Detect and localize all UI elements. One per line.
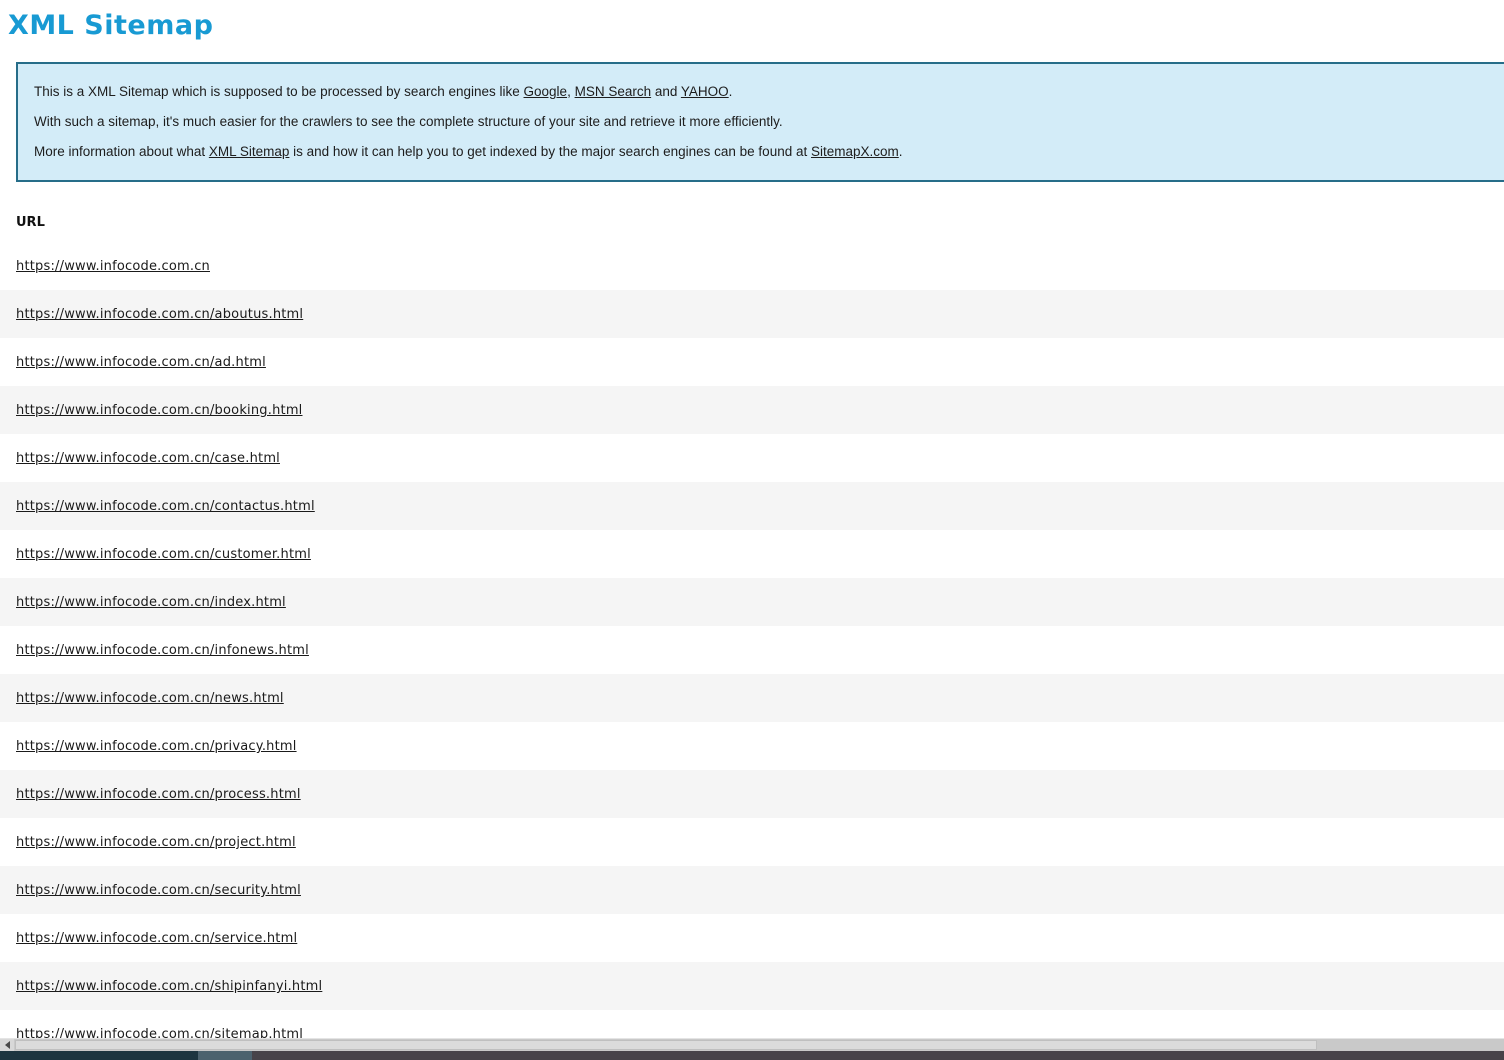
table-row: https://www.infocode.com.cn/service.html [0,914,1504,962]
browser-viewport: XML Sitemap This is a XML Sitemap which … [0,0,1504,1060]
intro-text: is and how it can help you to get indexe… [289,144,811,159]
taskbar-segment-gray [252,1051,1504,1060]
table-row: https://www.infocode.com.cn/shipinfanyi.… [0,962,1504,1010]
url-link[interactable]: https://www.infocode.com.cn/ad.html [16,355,266,370]
url-link[interactable]: https://www.infocode.com.cn/project.html [16,835,296,850]
url-link[interactable]: https://www.infocode.com.cn/service.html [16,931,297,946]
table-row: https://www.infocode.com.cn/privacy.html [0,722,1504,770]
taskbar-segment-slate [198,1051,252,1060]
table-row: https://www.infocode.com.cn/infonews.htm… [0,626,1504,674]
scroll-left-arrow-icon [5,1041,10,1049]
sitemapx-link[interactable]: SitemapX.com [811,144,899,159]
google-link[interactable]: Google [524,84,568,99]
scroll-left-button[interactable] [0,1039,14,1051]
url-column-header: URL [0,203,1504,242]
url-table: https://www.infocode.com.cn https://www.… [0,242,1504,1058]
taskbar-segment-teal [0,1051,198,1060]
url-link[interactable]: https://www.infocode.com.cn/shipinfanyi.… [16,979,322,994]
url-link[interactable]: https://www.infocode.com.cn/aboutus.html [16,307,303,322]
url-link[interactable]: https://www.infocode.com.cn/case.html [16,451,280,466]
url-link[interactable]: https://www.infocode.com.cn/process.html [16,787,301,802]
table-row: https://www.infocode.com.cn/security.htm… [0,866,1504,914]
url-link[interactable]: https://www.infocode.com.cn/booking.html [16,403,303,418]
table-row: https://www.infocode.com.cn/case.html [0,434,1504,482]
intro-text: , [567,84,575,99]
yahoo-link[interactable]: YAHOO [681,84,729,99]
intro-text: . [899,144,903,159]
url-link[interactable]: https://www.infocode.com.cn/index.html [16,595,286,610]
xml-sitemap-link[interactable]: XML Sitemap [209,144,290,159]
intro-text: More information about what [34,144,209,159]
url-link[interactable]: https://www.infocode.com.cn/security.htm… [16,883,301,898]
table-row: https://www.infocode.com.cn [0,242,1504,290]
table-row: https://www.infocode.com.cn/ad.html [0,338,1504,386]
url-link[interactable]: https://www.infocode.com.cn/customer.htm… [16,547,311,562]
sitemap-page: XML Sitemap This is a XML Sitemap which … [0,10,1504,1058]
table-row: https://www.infocode.com.cn/index.html [0,578,1504,626]
url-link[interactable]: https://www.infocode.com.cn/contactus.ht… [16,499,315,514]
table-row: https://www.infocode.com.cn/process.html [0,770,1504,818]
msn-search-link[interactable]: MSN Search [575,84,652,99]
page-title: XML Sitemap [8,10,1504,41]
intro-box: This is a XML Sitemap which is supposed … [16,62,1504,182]
intro-text: and [651,84,681,99]
scrollbar-thumb[interactable] [15,1040,1317,1050]
table-row: https://www.infocode.com.cn/contactus.ht… [0,482,1504,530]
url-link[interactable]: https://www.infocode.com.cn/infonews.htm… [16,643,309,658]
url-link[interactable]: https://www.infocode.com.cn/news.html [16,691,284,706]
intro-paragraph-2: With such a sitemap, it's much easier fo… [34,114,1504,130]
intro-text: . [729,84,733,99]
intro-paragraph-3: More information about what XML Sitemap … [34,144,1504,160]
table-row: https://www.infocode.com.cn/project.html [0,818,1504,866]
table-row: https://www.infocode.com.cn/news.html [0,674,1504,722]
horizontal-scrollbar[interactable] [0,1038,1504,1051]
taskbar-edge-strip [0,1051,1504,1060]
intro-paragraph-1: This is a XML Sitemap which is supposed … [34,84,1504,100]
intro-text: This is a XML Sitemap which is supposed … [34,84,524,99]
table-row: https://www.infocode.com.cn/booking.html [0,386,1504,434]
table-row: https://www.infocode.com.cn/customer.htm… [0,530,1504,578]
table-row: https://www.infocode.com.cn/aboutus.html [0,290,1504,338]
url-link[interactable]: https://www.infocode.com.cn/privacy.html [16,739,297,754]
url-link[interactable]: https://www.infocode.com.cn [16,259,210,274]
